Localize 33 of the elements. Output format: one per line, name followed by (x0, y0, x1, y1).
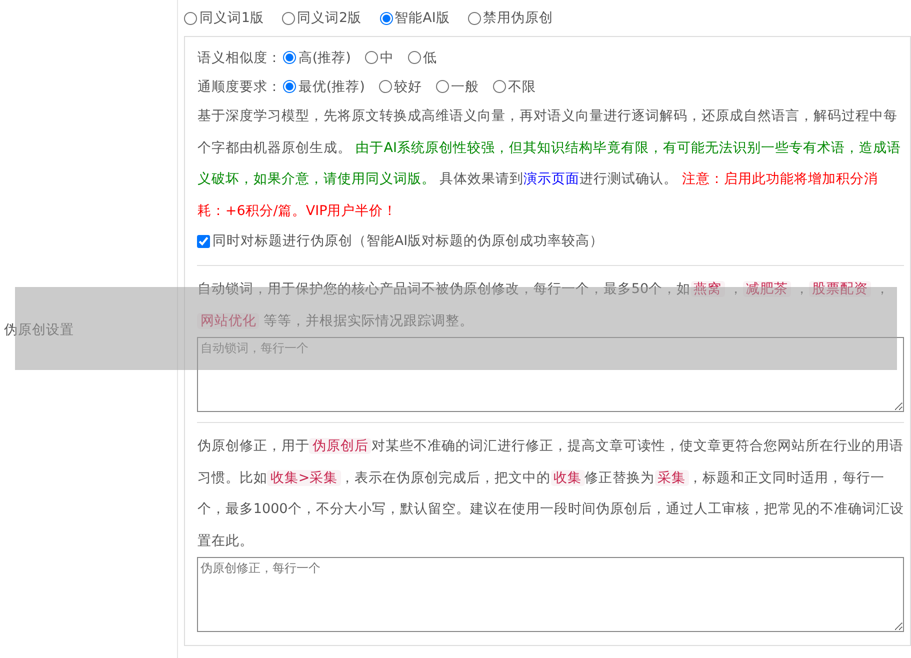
fluency-label: 通顺度要求： (197, 78, 282, 96)
fluency-option-label: 一般 (450, 78, 479, 96)
mode-radio[interactable] (282, 12, 295, 24)
settings-label: 伪原创设置 (4, 321, 74, 339)
similarity-option-label: 高(推荐) (298, 48, 351, 66)
fluency-radio[interactable] (436, 80, 449, 93)
fluency-option-label: 不限 (508, 78, 536, 96)
mode-radio[interactable] (184, 12, 198, 24)
mode-option-label: 同义词1版 (199, 9, 264, 27)
mode-radio[interactable] (380, 12, 393, 24)
correction-text: 伪原创修正，用于 伪原创后 对某些不准确的词汇进行修正，提高文章可读性，使文章更符合您网站所在行业的用语习惯。比如 收集>采集 ，表示在伪原创完成后，把文中的 收集 修正替换为 采集 ，标题和正文同时适用，每行一个，最多1000个，不分大小写，默认留空。建议在使用一段时间伪原创后，通过人工审核，把常见的不准确词汇设置在此。 (197, 437, 904, 550)
description-text: 基于深度学习模型，先将原文转换成高维语义向量，再对语义向量进行逐词解码，还原成自然语言，解码过程中每个字都由机器原创生成。 由于AI系统原创性较强，但其知识结构毕竟有限，有可能无法识别一些专有术语，造成语义破坏，如果介意，请使用同义词版。 具体效果请到演示页面进行测试确认。 注意：启用此功能将增加积分消耗：+6积分/篇。VIP用户半价！ (197, 107, 902, 220)
fluency-option-label: 最优(推荐) (298, 78, 365, 96)
similarity-label: 语义相似度： (197, 48, 282, 66)
mode-option-label: 智能AI版 (394, 9, 450, 27)
demo-page-link[interactable]: 演示页面 (524, 171, 580, 187)
correction-field[interactable]: 伪原创修正，每行一个 (197, 557, 904, 632)
title-checkbox-label: 同时对标题进行伪原创（智能AI版对标题的伪原创成功率较高） (212, 232, 604, 250)
mode-option-label: 禁用伪原创 (482, 9, 553, 27)
mode-radio[interactable] (468, 12, 481, 24)
lock-words-text: 自动锁词，用于保护您的核心产品词不被伪原创修改，每行一个，最多50个，如 燕窝 ， 减肥茶 ， 股票配资 ， 网站优化 等等，并根据实际情况跟踪调整。 (197, 280, 890, 330)
mode-option-label: 同义词2版 (297, 9, 362, 27)
similarity-option-label: 中 (380, 48, 394, 66)
fluency-radio[interactable] (283, 80, 296, 93)
similarity-option-label: 低 (422, 48, 437, 66)
title-checkbox[interactable] (197, 234, 210, 248)
similarity-radio[interactable] (408, 51, 421, 64)
fluency-radio[interactable] (492, 80, 506, 93)
lock-words-field[interactable]: 自动锁词，每行一个 (197, 337, 904, 412)
fluency-option-label: 较好 (394, 78, 422, 96)
similarity-radio[interactable] (364, 51, 378, 64)
similarity-radio[interactable] (283, 51, 296, 64)
fluency-radio[interactable] (378, 80, 392, 93)
